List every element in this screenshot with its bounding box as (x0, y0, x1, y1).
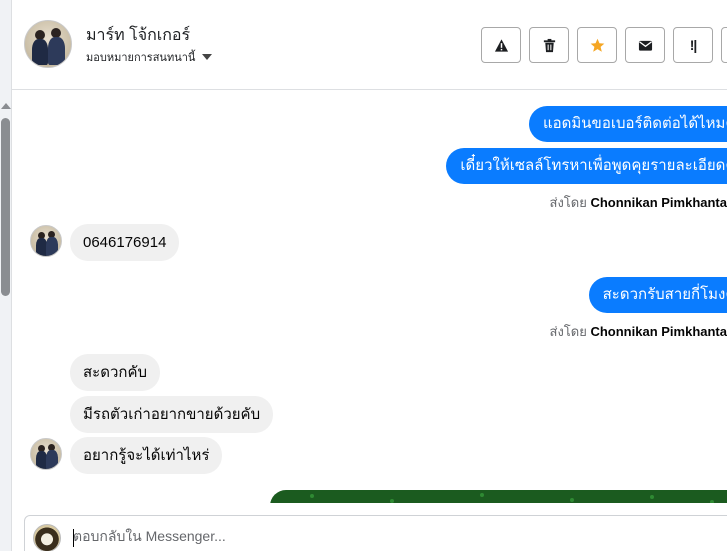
message-thread[interactable]: แอดมินขอเบอร์ติดต่อได้ไหมครับ เดี๋ยวให้เ… (12, 91, 727, 503)
sent-by-label: ส่งโดย Chonnikan Pimkhanta (550, 192, 727, 213)
mark-unread-button[interactable] (625, 27, 665, 63)
incoming-message[interactable]: 0646176914 (70, 224, 180, 261)
follow-up-button[interactable] (577, 27, 617, 63)
sent-by-prefix: ส่งโดย (549, 195, 587, 210)
sent-by-label: ส่งโดย Chonnikan Pimkhanta (550, 321, 727, 342)
page-scrollbar[interactable] (0, 0, 12, 551)
envelope-icon (638, 40, 652, 51)
outgoing-message[interactable]: เดี๋ยวให้เซลล์โทรหาเพื่อพูดคุยรายละเอียด… (446, 148, 727, 184)
sent-by-name: Chonnikan Pimkhanta (590, 195, 727, 210)
incoming-message[interactable]: มีรถตัวเก่าอยากขายด้วยคับ (70, 396, 274, 433)
contact-avatar-small[interactable] (30, 438, 62, 470)
assign-conversation-dropdown[interactable]: มอบหมายการสนทนานี้ (86, 48, 213, 66)
delete-button[interactable] (529, 27, 569, 63)
sent-by-prefix: ส่งโดย (549, 324, 587, 339)
conversation-actions: !| (481, 27, 727, 63)
caret-down-icon (202, 54, 213, 60)
reply-box[interactable] (24, 515, 727, 551)
outgoing-message[interactable]: สะดวกรับสายกี่โมงครับ (588, 277, 727, 313)
conversation-header: มาร์ท โจ้กเกอร์ มอบหมายการสนทนานี้ !| (12, 0, 727, 90)
messenger-inbox-window: มาร์ท โจ้กเกอร์ มอบหมายการสนทนานี้ !| แอ… (0, 0, 727, 551)
incoming-message[interactable]: สะดวกคับ (70, 354, 161, 391)
priority-button[interactable]: !| (673, 27, 713, 63)
sent-by-name: Chonnikan Pimkhanta (590, 324, 727, 339)
more-actions-button[interactable] (721, 27, 727, 63)
reply-composer (12, 503, 727, 551)
trash-icon (543, 38, 555, 52)
mark-spam-button[interactable] (481, 27, 521, 63)
reply-input[interactable] (73, 528, 673, 544)
outgoing-image-message[interactable] (270, 490, 727, 503)
text-cursor (73, 529, 74, 547)
contact-avatar-small[interactable] (30, 225, 62, 257)
scrollbar-thumb[interactable] (1, 118, 10, 296)
warning-icon (494, 38, 508, 52)
priority-icon: !| (689, 37, 698, 53)
scroll-up-arrow-icon[interactable] (1, 103, 11, 109)
outgoing-message[interactable]: แอดมินขอเบอร์ติดต่อได้ไหมครับ (529, 106, 727, 142)
assign-label: มอบหมายการสนทนานี้ (86, 52, 196, 64)
star-icon (590, 38, 604, 52)
page-avatar (33, 524, 61, 551)
incoming-message[interactable]: อยากรู้จะได้เท่าไหร่ (70, 437, 223, 474)
contact-avatar[interactable] (24, 20, 72, 68)
contact-name[interactable]: มาร์ท โจ้กเกอร์ (86, 23, 190, 48)
